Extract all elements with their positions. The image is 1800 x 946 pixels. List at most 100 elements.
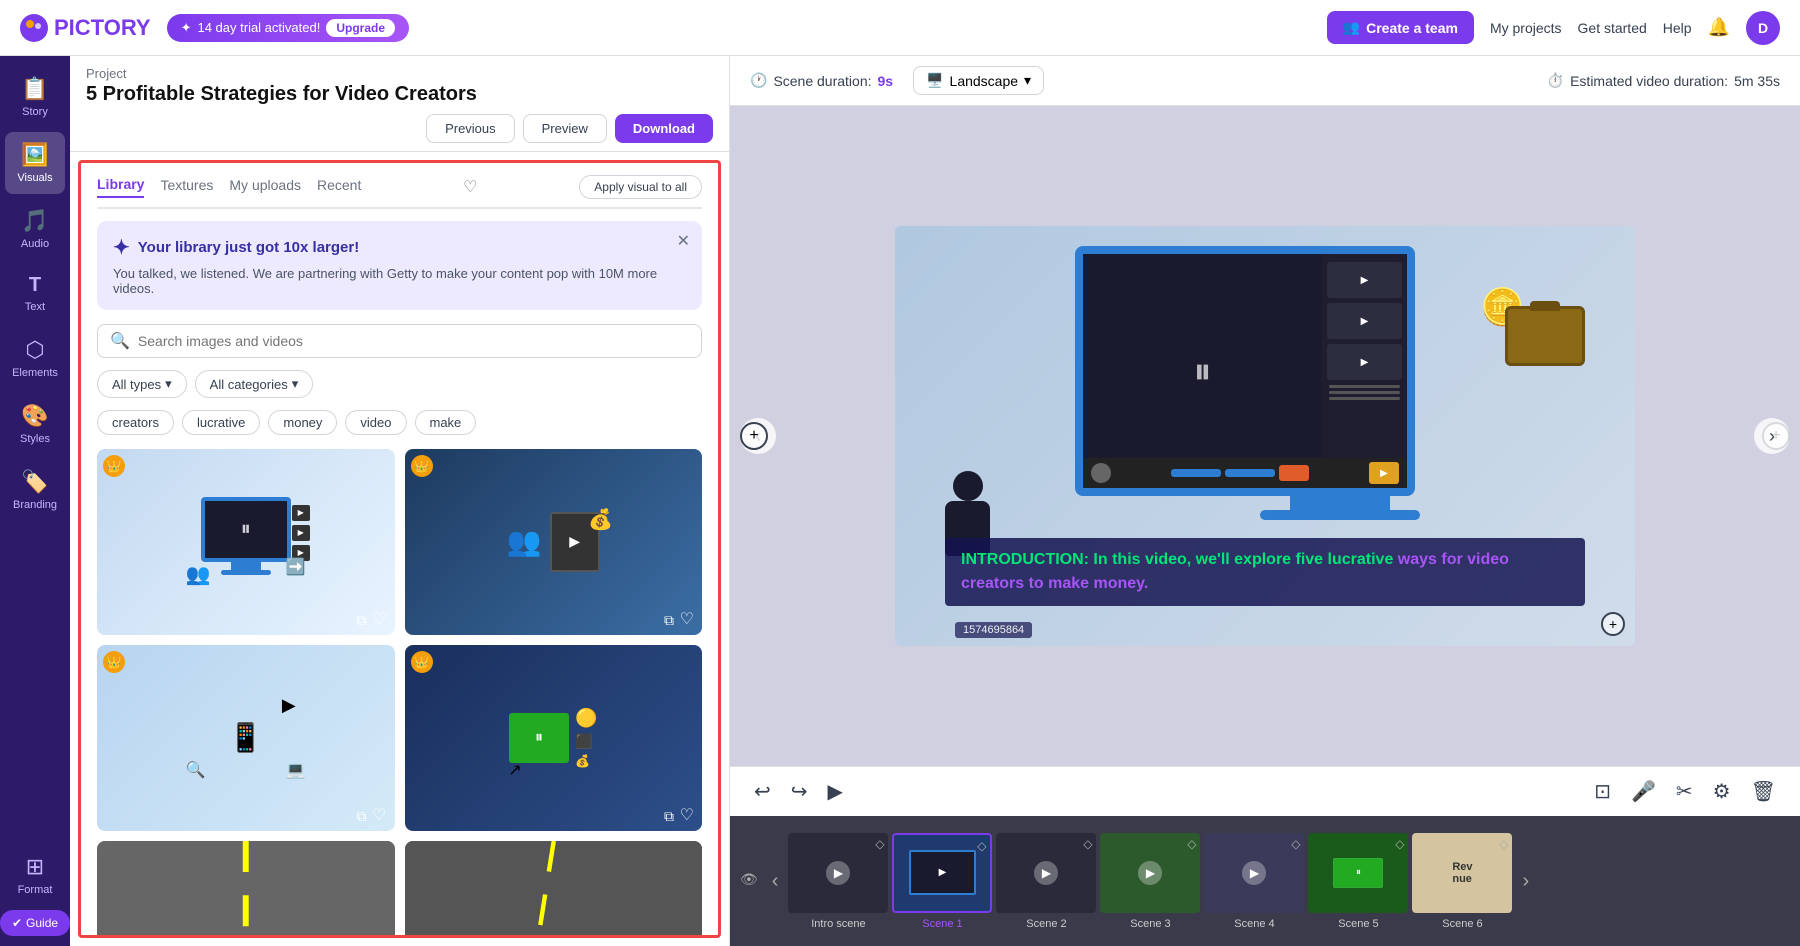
download-button[interactable]: Download [615, 114, 713, 143]
scene-thumb-3[interactable]: ▶ ◇ [1100, 833, 1200, 913]
tag-lucrative[interactable]: lucrative [182, 410, 260, 435]
sidebar-item-elements[interactable]: ⬡ Elements [5, 327, 65, 389]
scene-label-4: Scene 4 [1234, 915, 1274, 930]
create-team-button[interactable]: 👥 Create a team [1327, 11, 1474, 44]
star-icon: ✦ [181, 20, 192, 36]
next-scene-button[interactable]: › [1754, 418, 1790, 454]
trial-badge: ✦ 14 day trial activated! Upgrade [167, 14, 409, 42]
favorites-heart-icon[interactable]: ♡ [463, 177, 477, 197]
premium-badge-2: 👑 [411, 455, 433, 477]
card-copy-2[interactable]: ⧉ [664, 612, 674, 629]
panel-header: Project 5 Profitable Strategies for Vide… [70, 56, 729, 114]
card-copy-3[interactable]: ⧉ [357, 808, 367, 825]
landscape-icon: 🖥️ [926, 72, 943, 89]
checkmark-icon: ✔ [12, 916, 22, 930]
settings-button[interactable]: ⚙ [1709, 775, 1735, 808]
scene-container-6: Revnue ◇ Scene 6 [1412, 833, 1512, 930]
cut-button[interactable]: ✂ [1672, 775, 1697, 808]
upgrade-button[interactable]: Upgrade [326, 19, 395, 37]
subtitle-button[interactable]: ⊡ [1590, 775, 1615, 808]
tag-make[interactable]: make [415, 410, 477, 435]
delete-button[interactable]: 🗑 [1747, 775, 1780, 808]
team-icon: 👥 [1343, 19, 1360, 36]
card-heart-1[interactable]: ♡ [372, 609, 386, 629]
tag-money[interactable]: money [268, 410, 337, 435]
my-projects-link[interactable]: My projects [1490, 20, 1562, 36]
preview-button[interactable]: Preview [523, 114, 607, 143]
filter-type-select[interactable]: All types ▾ [97, 370, 187, 398]
media-card-1[interactable]: ⏸ ▶ ▶ ▶ 👥 [97, 449, 395, 635]
card-copy-4[interactable]: ⧉ [664, 808, 674, 825]
sidebar-item-visuals[interactable]: 🖼️ Visuals [5, 132, 65, 194]
premium-badge-3: 👑 [103, 651, 125, 673]
media-card-2[interactable]: 👥 ▶ 💰 👑 ♡ ⧉ [405, 449, 703, 635]
sidebar-label-branding: Branding [13, 499, 57, 511]
get-started-link[interactable]: Get started [1578, 20, 1647, 36]
undo-button[interactable]: ↩ [750, 775, 775, 808]
scene-thumb-6[interactable]: Revnue ◇ [1412, 833, 1512, 913]
action-bar: Previous Preview Download [70, 114, 729, 152]
create-team-label: Create a team [1366, 20, 1458, 36]
redo-button[interactable]: ↪ [787, 775, 812, 808]
notification-close-button[interactable]: ✕ [677, 231, 690, 251]
sidebar-item-branding[interactable]: 🏷️ Branding [5, 459, 65, 521]
sidebar-label-story: Story [22, 106, 48, 118]
timeline-left-arrow[interactable]: ‹ [766, 870, 785, 893]
tag-creators[interactable]: creators [97, 410, 174, 435]
scene-duration-value: 9s [878, 73, 894, 89]
tab-textures[interactable]: Textures [160, 177, 213, 197]
timeline-right-arrow[interactable]: › [1516, 870, 1535, 893]
card-heart-4[interactable]: ♡ [680, 805, 694, 825]
previous-button[interactable]: Previous [426, 114, 515, 143]
diamond-icon4: ◇ [1291, 837, 1300, 851]
scene-thumb-2[interactable]: ▶ ◇ [996, 833, 1096, 913]
user-avatar[interactable]: D [1746, 11, 1780, 45]
card-heart-2[interactable]: ♡ [680, 609, 694, 629]
play-button[interactable]: ▶ [824, 775, 847, 808]
scene-thumb-intro[interactable]: ▶ ◇ [788, 833, 888, 913]
main-layout: 📋 Story 🖼️ Visuals 🎵 Audio T Text ⬡ Elem… [0, 56, 1800, 946]
scene-thumb-4[interactable]: ▶ ◇ [1204, 833, 1304, 913]
scene-thumb-1[interactable]: ▶ ◇ [892, 833, 992, 913]
mic-button[interactable]: 🎤 [1627, 775, 1660, 808]
timeline-visibility-wrap: 👁 [740, 871, 758, 892]
media-card-3[interactable]: 📱 ▶ 🔍 💻 👑 ♡ ⧉ [97, 645, 395, 831]
sidebar-item-story[interactable]: 📋 Story [5, 66, 65, 128]
right-area: 🕐 Scene duration: 9s 🖥️ Landscape ▾ ⏱️ E… [730, 56, 1800, 946]
card-heart-3[interactable]: ♡ [372, 805, 386, 825]
notification-text: You talked, we listened. We are partneri… [113, 266, 686, 296]
audio-icon: 🎵 [21, 208, 48, 234]
media-card-6[interactable] [405, 841, 703, 938]
premium-badge-1: 👑 [103, 455, 125, 477]
visibility-icon[interactable]: 👁 [740, 871, 758, 888]
guide-label: Guide [26, 916, 58, 930]
filter-category-select[interactable]: All categories ▾ [195, 370, 314, 398]
media-card-5[interactable] [97, 841, 395, 938]
tab-recent[interactable]: Recent [317, 177, 361, 197]
diamond-icon: ◇ [875, 837, 884, 851]
media-card-4[interactable]: ⏸ 🟡 ⬛ 💰 ↗ 👑 ♡ ⧉ [405, 645, 703, 831]
format-icon: ⊞ [26, 854, 44, 880]
sidebar-item-format[interactable]: ⊞ Format [5, 844, 65, 906]
video-toolbar: ↩ ↪ ▶ ⊡ 🎤 ✂ ⚙ 🗑 [730, 766, 1800, 816]
landscape-selector[interactable]: 🖥️ Landscape ▾ [913, 66, 1044, 95]
notification-bell-icon[interactable]: 🔔 [1708, 17, 1730, 38]
plus-left-button[interactable]: + [740, 422, 768, 450]
plus-corner-button[interactable]: + [1601, 612, 1625, 636]
help-link[interactable]: Help [1663, 20, 1692, 36]
tab-my-uploads[interactable]: My uploads [229, 177, 301, 197]
sidebar-item-audio[interactable]: 🎵 Audio [5, 198, 65, 260]
search-input[interactable] [138, 333, 689, 349]
guide-button[interactable]: ✔ Guide [0, 910, 70, 936]
tag-video[interactable]: video [345, 410, 406, 435]
tab-library[interactable]: Library [97, 176, 144, 198]
sidebar-item-styles[interactable]: 🎨 Styles [5, 393, 65, 455]
scene-label-2: Scene 2 [1026, 915, 1066, 930]
sidebar-item-text[interactable]: T Text [5, 264, 65, 323]
diamond-icon6: ◇ [1499, 837, 1508, 851]
card-copy-1[interactable]: ⧉ [357, 612, 367, 629]
apply-visual-button[interactable]: Apply visual to all [579, 175, 702, 199]
styles-icon: 🎨 [21, 403, 48, 429]
clock-icon: 🕐 [750, 72, 767, 89]
scene-thumb-5[interactable]: ⏸ ◇ [1308, 833, 1408, 913]
